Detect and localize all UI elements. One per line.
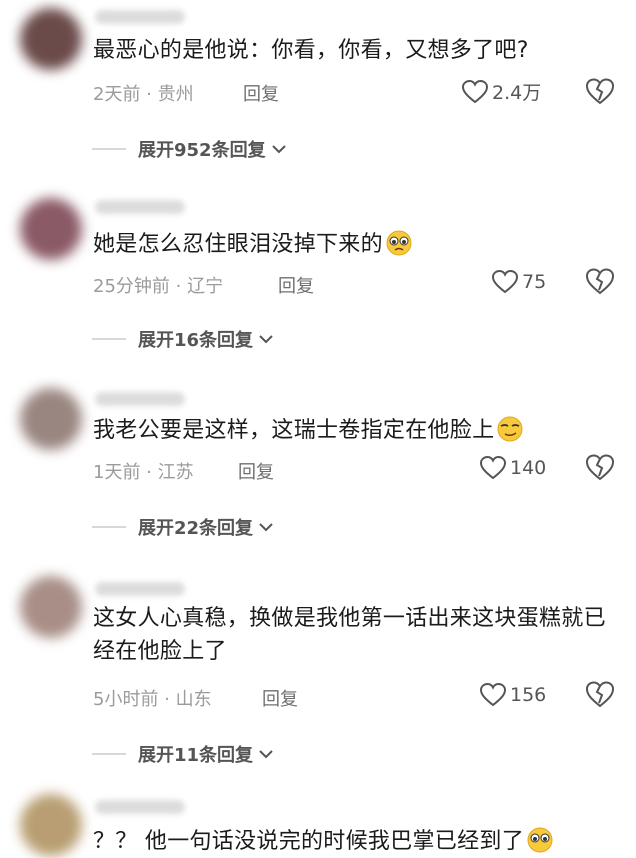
username-blurred[interactable] [95,392,185,406]
dislike-heart-icon[interactable] [586,681,614,709]
avatar[interactable] [20,794,82,856]
expand-replies-label: 展开952条回复 [138,140,266,161]
expand-replies-button[interactable]: 展开16条回复 [92,326,275,352]
expand-replies-label: 展开11条回复 [138,745,254,766]
username-blurred[interactable] [95,582,185,596]
reply-button[interactable]: 回复 [278,272,314,298]
comment-meta: 25分钟前 · 辽宁 [93,276,224,297]
like-count: 140 [510,457,547,479]
chevron-down-icon [271,145,286,154]
avatar[interactable] [20,576,82,638]
like-button[interactable]: 2.4万 [462,78,541,105]
comment-meta: 5小时前 · 山东 [93,689,212,710]
smirk-face-icon [497,416,523,442]
like-button[interactable]: 140 [480,456,546,480]
comment-text: 这女人心真稳，换做是我他第一话出来这块蛋糕就已经在他脸上了 [93,606,606,664]
expand-replies-label: 展开16条回复 [138,330,254,351]
avatar[interactable] [20,8,82,70]
comment-meta: 2天前 · 贵州 [93,84,194,105]
chevron-down-icon [259,335,273,344]
reply-button[interactable]: 回复 [262,685,298,711]
divider-line [92,753,126,755]
like-count: 75 [522,271,547,293]
username-blurred[interactable] [95,800,185,814]
username-blurred[interactable] [95,10,185,24]
expand-replies-button[interactable]: 展开952条回复 [92,136,288,162]
pleading-face-icon [527,827,553,853]
like-count: 156 [510,684,547,706]
heart-icon [480,683,506,707]
divider-line [92,338,126,340]
pleading-face-icon [386,230,412,256]
comment-text: ？？ 他一句话没说完的时候我巴掌已经到了 [93,825,606,858]
reply-button[interactable]: 回复 [238,458,274,484]
like-button[interactable]: 156 [480,683,546,707]
heart-icon [480,456,506,480]
expand-replies-button[interactable]: 展开11条回复 [92,741,275,767]
expand-replies-label: 展开22条回复 [138,518,254,539]
comment-text: 她是怎么忍住眼泪没掉下来的 [93,228,606,261]
avatar[interactable] [20,198,82,260]
chevron-down-icon [259,523,273,532]
divider-line [92,526,126,528]
chevron-down-icon [259,750,273,759]
comment-text: 最恶心的是他说：你看，你看，又想多了吧? [93,38,529,63]
like-count: 2.4万 [492,82,542,104]
comment-meta: 1天前 · 江苏 [93,462,194,483]
heart-icon [462,79,488,103]
like-button[interactable]: 75 [492,270,546,294]
username-blurred[interactable] [95,200,185,214]
divider-line [92,148,126,150]
dislike-heart-icon[interactable] [586,268,614,296]
avatar[interactable] [20,388,82,450]
dislike-heart-icon[interactable] [586,78,614,106]
reply-button[interactable]: 回复 [243,80,279,106]
comment-text: 我老公要是这样，这瑞士卷指定在他脸上 [93,414,606,447]
expand-replies-button[interactable]: 展开22条回复 [92,514,275,540]
dislike-heart-icon[interactable] [586,454,614,482]
heart-icon [492,270,518,294]
